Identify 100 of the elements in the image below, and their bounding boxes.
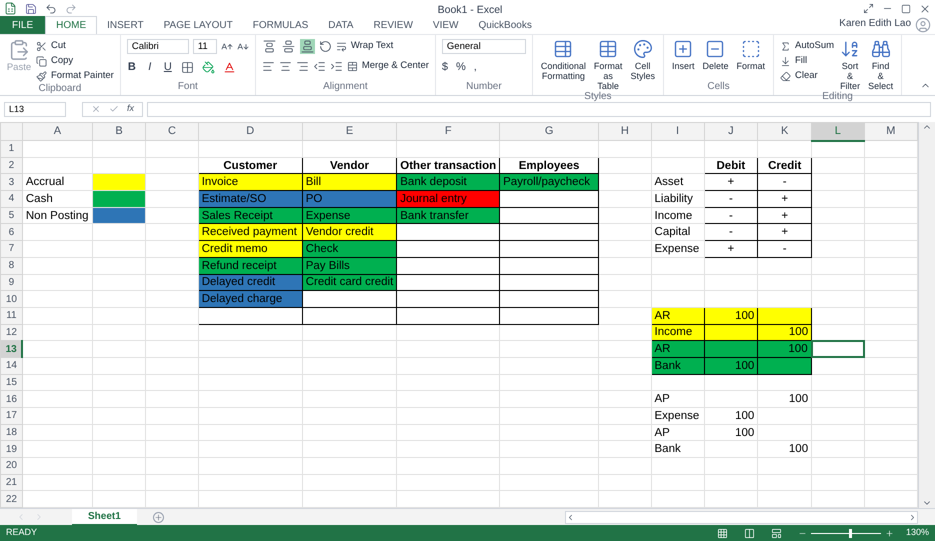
cell[interactable] <box>302 290 397 308</box>
row-header[interactable]: 2 <box>0 157 22 174</box>
cell[interactable]: + <box>758 224 812 241</box>
ribbon-button[interactable]: Format <box>734 39 767 71</box>
ribbon-tab[interactable]: QuickBooks <box>468 16 542 34</box>
row-header[interactable]: 4 <box>0 190 22 208</box>
number-format-button[interactable]: $ <box>442 59 448 76</box>
row-header[interactable]: 14 <box>0 357 22 374</box>
font-name-field[interactable]: Calibri <box>126 39 189 54</box>
row-header[interactable]: 3 <box>0 174 22 191</box>
sheet-tab[interactable]: Sheet1 <box>72 508 137 526</box>
ribbon-button[interactable]: Insert <box>670 39 696 71</box>
cell[interactable] <box>396 224 500 241</box>
column-header[interactable]: M <box>864 122 918 140</box>
row-header[interactable]: 18 <box>0 424 22 441</box>
cell[interactable] <box>758 357 812 374</box>
select-all-corner[interactable] <box>0 122 22 140</box>
cell[interactable]: + <box>704 240 758 258</box>
cell[interactable]: - <box>704 224 758 241</box>
cell[interactable]: Bank <box>651 440 704 458</box>
number-format-button[interactable]: % <box>456 59 466 76</box>
cell[interactable] <box>812 340 864 358</box>
column-header[interactable]: F <box>396 122 500 140</box>
cell[interactable]: Expense <box>302 207 397 224</box>
row-header[interactable]: 8 <box>0 257 22 274</box>
column-header[interactable]: L <box>812 122 864 140</box>
cell[interactable]: Delayed credit <box>198 274 302 291</box>
cell[interactable]: 100 <box>758 340 812 358</box>
cell[interactable]: Non Posting <box>22 207 92 224</box>
cell[interactable]: 100 <box>704 408 758 424</box>
cell[interactable]: Sales Receipt <box>198 207 302 224</box>
ribbon-button[interactable]: Conditional Formatting <box>538 39 588 81</box>
row-header[interactable]: 10 <box>0 290 22 308</box>
cell[interactable]: Invoice <box>198 174 302 191</box>
cell[interactable]: 100 <box>758 440 812 458</box>
row-header[interactable]: 9 <box>0 274 22 291</box>
vertical-align-button[interactable] <box>300 39 315 54</box>
cell[interactable] <box>500 190 599 208</box>
row-header[interactable]: 21 <box>0 474 22 491</box>
cell[interactable]: Bill <box>302 174 397 191</box>
ribbon-tab[interactable]: INSERT <box>97 16 154 34</box>
cell[interactable]: Bank transfer <box>396 207 500 224</box>
cell[interactable] <box>396 257 500 274</box>
cell[interactable]: 100 <box>704 307 758 324</box>
cell[interactable]: Accrual <box>22 174 92 191</box>
cell[interactable] <box>396 240 500 258</box>
cell[interactable]: Pay Bills <box>302 257 397 274</box>
cell[interactable]: Delayed charge <box>198 290 302 308</box>
cell[interactable]: Bank <box>651 357 704 374</box>
cell[interactable]: Bank deposit <box>396 174 500 191</box>
vertical-align-button[interactable] <box>280 39 296 54</box>
column-header[interactable]: A <box>22 122 92 140</box>
number-format-field[interactable]: General <box>442 39 526 54</box>
ribbon-tab[interactable]: FORMULAS <box>242 16 318 34</box>
ribbon-tab[interactable]: HOME <box>45 16 98 34</box>
clear-button[interactable]: Clear <box>780 69 834 83</box>
font-size-field[interactable]: 11 <box>192 39 217 54</box>
row-header[interactable]: 20 <box>0 458 22 474</box>
cell[interactable]: AP <box>651 390 704 408</box>
column-header[interactable]: J <box>704 122 758 140</box>
formula-input[interactable] <box>147 102 931 116</box>
column-header[interactable]: I <box>651 122 704 140</box>
cell[interactable]: - <box>758 174 812 191</box>
row-header[interactable]: 1 <box>0 140 22 158</box>
cell[interactable]: AR <box>651 307 704 324</box>
column-header[interactable]: G <box>500 122 599 140</box>
cell[interactable]: Expense <box>651 240 704 258</box>
cell[interactable]: Credit memo <box>198 240 302 258</box>
user-name[interactable]: Karen Edith Lao <box>839 16 911 31</box>
cell[interactable] <box>500 307 599 324</box>
cell[interactable]: Credit <box>758 157 812 174</box>
file-tab[interactable]: FILE <box>0 16 46 34</box>
row-header[interactable]: 16 <box>0 390 22 408</box>
row-header[interactable]: 7 <box>0 240 22 258</box>
fill-button[interactable]: Fill <box>780 54 834 68</box>
ribbon-tab[interactable]: VIEW <box>422 16 468 34</box>
cell[interactable]: PO <box>302 190 397 208</box>
cut-button[interactable]: Cut <box>36 39 114 53</box>
ribbon-button[interactable]: Delete <box>700 39 730 71</box>
cell[interactable]: Estimate/SO <box>198 190 302 208</box>
vertical-scrollbar[interactable] <box>918 122 935 508</box>
cell[interactable]: + <box>758 207 812 224</box>
column-header[interactable]: B <box>92 122 146 140</box>
cell[interactable]: Income <box>651 324 704 341</box>
row-header[interactable]: 13 <box>0 340 22 358</box>
cell[interactable]: 100 <box>704 357 758 374</box>
ribbon-button[interactable]: Format as Table <box>592 39 624 91</box>
row-header[interactable]: 22 <box>0 490 22 508</box>
cell[interactable]: Refund receipt <box>198 257 302 274</box>
column-header[interactable]: H <box>598 122 652 140</box>
row-header[interactable]: 17 <box>0 408 22 424</box>
wrap-text-button[interactable]: Wrap Text <box>336 40 394 54</box>
cell[interactable] <box>500 274 599 291</box>
font-style-button[interactable]: U <box>162 59 173 76</box>
format-painter-button[interactable]: Format Painter <box>36 69 114 83</box>
row-header[interactable]: 12 <box>0 324 22 341</box>
zoom-thumb[interactable] <box>849 528 852 538</box>
row-header[interactable]: 6 <box>0 224 22 241</box>
cell[interactable]: AR <box>651 340 704 358</box>
cell[interactable] <box>704 324 758 341</box>
